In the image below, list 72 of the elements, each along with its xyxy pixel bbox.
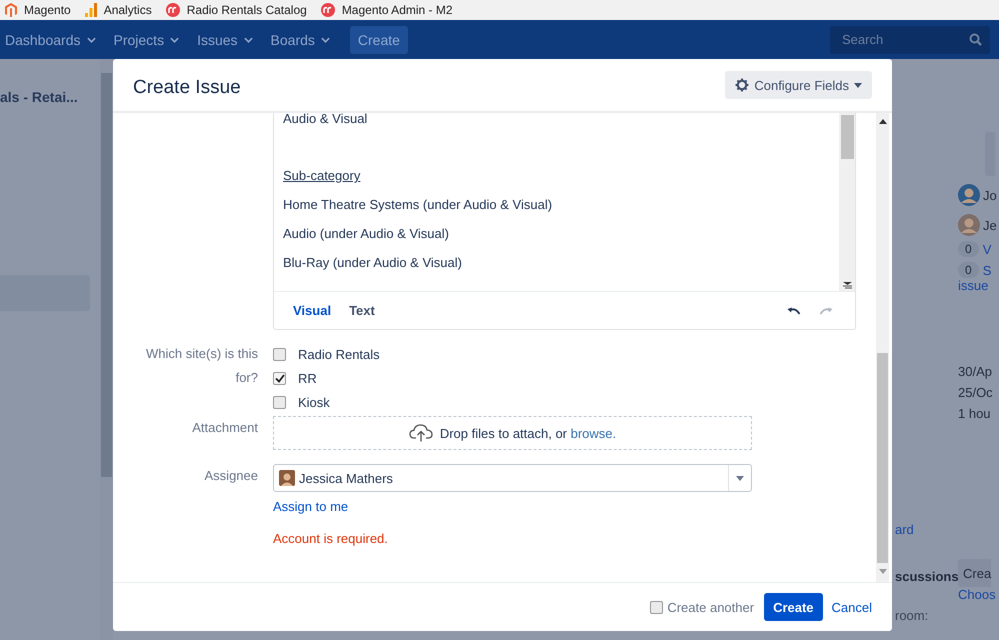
- editor-text-line: Sub-category: [283, 167, 362, 185]
- person-name: Je: [983, 218, 997, 232]
- scroll-up-icon[interactable]: [878, 119, 886, 124]
- caret-icon: [736, 476, 744, 480]
- undo-icon[interactable]: [787, 306, 801, 316]
- chevron-down-icon: [244, 37, 253, 43]
- error-message: Account is required.: [273, 531, 388, 546]
- create-room-button[interactable]: Crea: [958, 559, 992, 587]
- checkbox[interactable]: [273, 396, 286, 408]
- field-label: room:: [895, 608, 930, 623]
- nav-menu[interactable]: Boards: [270, 32, 348, 48]
- drop-instruction: Drop files to attach, or browse.: [440, 426, 616, 440]
- nav-menu[interactable]: Issues: [197, 32, 271, 48]
- scroll-down-icon[interactable]: [878, 569, 886, 574]
- dialog-title: Create Issue: [133, 77, 241, 99]
- chevron-down-icon: [86, 37, 96, 43]
- checkbox[interactable]: [650, 600, 664, 614]
- editor-text-line: Audio (under Audio & Visual): [283, 225, 450, 243]
- checkbox[interactable]: [273, 372, 286, 384]
- project-title: als - Retai...: [0, 89, 79, 105]
- scrollbar-thumb[interactable]: [101, 73, 112, 477]
- person-name: Jo: [983, 188, 997, 202]
- date-text: 25/Oc: [958, 385, 994, 400]
- scrollbar-thumb[interactable]: [840, 115, 854, 159]
- cancel-link[interactable]: Cancel: [832, 600, 872, 614]
- checkbox-label: Kiosk: [298, 394, 330, 410]
- search-input[interactable]: Search: [840, 31, 964, 48]
- chevron-down-icon: [170, 37, 180, 43]
- checkbox-label: RR: [298, 370, 317, 386]
- bookmark-link[interactable]: Analytics: [104, 3, 152, 17]
- avatar-icon: [279, 470, 295, 486]
- file-drop-zone[interactable]: Drop files to attach, or browse.: [273, 416, 752, 450]
- avatar-icon: [958, 214, 980, 236]
- editor-text-line: Audio & Visual: [283, 113, 368, 128]
- chevron-down-icon: [320, 37, 330, 43]
- nav-menu[interactable]: Dashboards: [5, 32, 114, 48]
- cloud-upload-icon: [408, 424, 433, 442]
- count-badge: 0: [958, 241, 979, 257]
- avatar-icon: [958, 184, 980, 206]
- caret-icon: [854, 82, 862, 88]
- date-text: 1 hou: [958, 406, 992, 421]
- bookmark-link[interactable]: Radio Rentals Catalog: [186, 3, 307, 17]
- date-text: 30/Ap: [958, 364, 993, 379]
- field-label: Assignee: [204, 467, 258, 485]
- browse-link[interactable]: browse.: [570, 426, 616, 440]
- create-button[interactable]: Create: [764, 593, 823, 621]
- assign-to-me-link[interactable]: Assign to me: [273, 499, 348, 514]
- editor-text-line: Blu-Ray (under Audio & Visual): [283, 254, 463, 272]
- resize-handle-icon[interactable]: [842, 281, 852, 289]
- configure-fields-button[interactable]: Configure Fields: [725, 71, 872, 99]
- checkbox[interactable]: [273, 348, 286, 360]
- bookmark-link[interactable]: Magento: [24, 3, 71, 17]
- section-heading: scussions: [895, 569, 958, 584]
- rich-text-editor[interactable]: Audio & Visual Sub-category Home Theatre Systems (under Audio & Visual) Audio (under Audio & Visual) Blu-Ray (under Audio & Visual) Visual Text: [273, 113, 856, 330]
- bookmark-link[interactable]: Magento Admin - M2: [342, 3, 453, 17]
- checkbox-label: Create another: [667, 600, 754, 614]
- field-label: Which site(s) is this for?: [145, 345, 258, 387]
- scrollbar[interactable]: [876, 113, 889, 582]
- create-button[interactable]: Create: [350, 26, 408, 54]
- assignee-select[interactable]: Jessica Mathers: [273, 464, 752, 492]
- nav-menu[interactable]: Projects: [114, 32, 198, 48]
- checkbox-label: Radio Rentals: [298, 346, 380, 362]
- field-label: Attachment: [192, 419, 258, 437]
- editor-mode-tab[interactable]: Text: [342, 303, 382, 318]
- scrollbar[interactable]: [839, 113, 855, 291]
- count-badge: 0: [958, 262, 979, 278]
- editor-mode-tab[interactable]: Visual: [286, 303, 338, 318]
- search-icon: [969, 33, 982, 46]
- gear-icon: [735, 78, 750, 92]
- editor-text-line: Home Theatre Systems (under Audio & Visual): [283, 196, 554, 214]
- search-field[interactable]: Search: [830, 26, 990, 54]
- scrollbar-thumb[interactable]: [877, 353, 888, 563]
